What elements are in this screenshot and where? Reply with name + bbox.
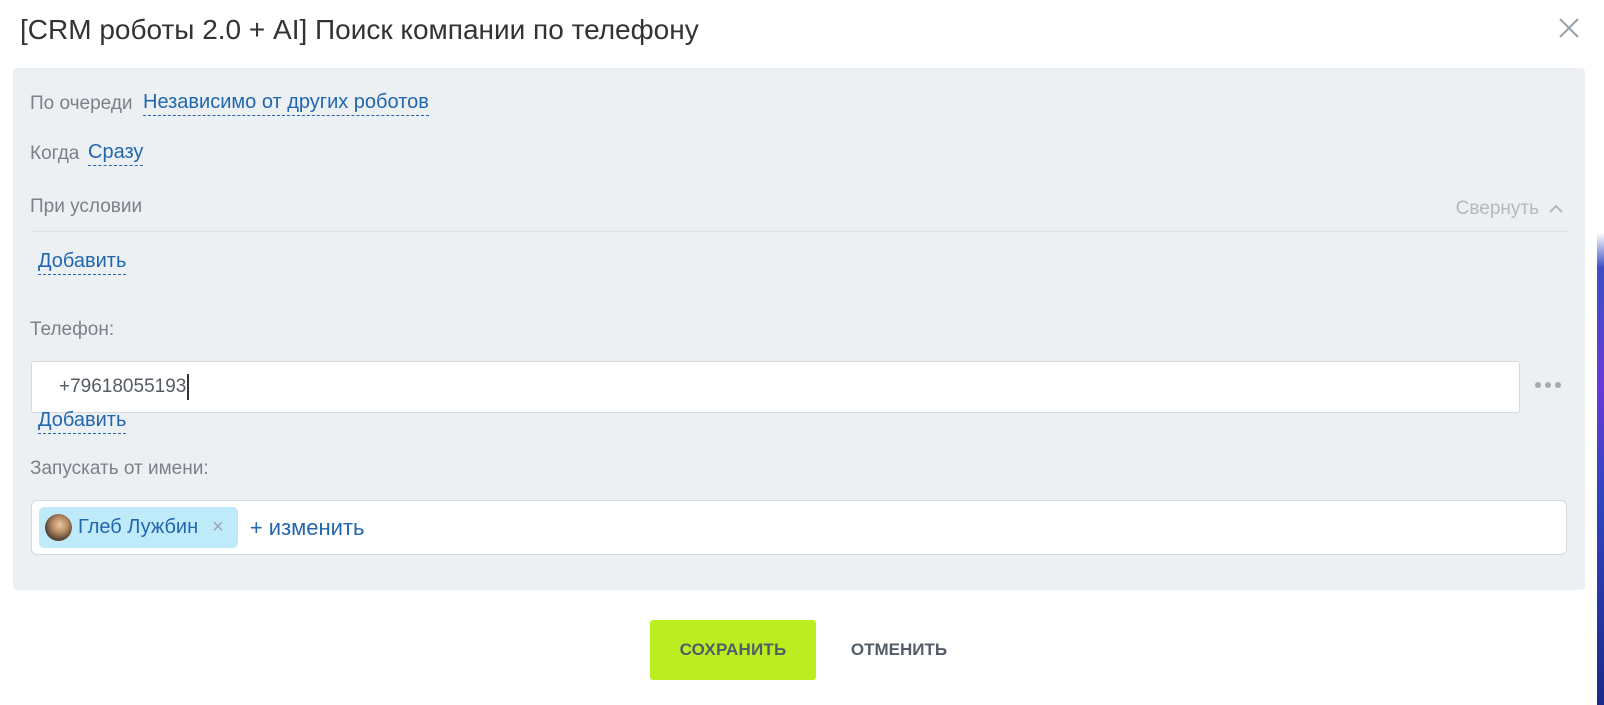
avatar: [45, 514, 72, 541]
change-user-link[interactable]: + изменить: [250, 515, 365, 541]
add-condition-link[interactable]: Добавить: [38, 250, 127, 275]
cancel-button[interactable]: ОТМЕНИТЬ: [832, 620, 966, 680]
when-value-link[interactable]: Сразу: [88, 141, 144, 166]
save-button[interactable]: СОХРАНИТЬ: [650, 620, 816, 680]
dot: [1545, 382, 1551, 388]
robot-settings-dialog: [CRM роботы 2.0 + AI] Поиск компании по …: [0, 0, 1597, 705]
text-cursor: [187, 374, 190, 400]
more-dots-icon[interactable]: [1533, 377, 1563, 393]
run-as-label: Запускать от имени:: [30, 458, 209, 479]
when-label: Когда: [30, 143, 80, 164]
dot: [1535, 382, 1541, 388]
remove-user-icon[interactable]: ×: [212, 516, 224, 539]
chevron-up-icon: [1549, 204, 1563, 213]
add-phone-link[interactable]: Добавить: [38, 409, 127, 434]
user-name: Глеб Лужбин: [78, 516, 199, 538]
phone-input[interactable]: +79618055193: [31, 361, 1520, 413]
condition-label: При условии: [30, 196, 143, 217]
close-icon: [1559, 18, 1579, 38]
collapse-condition-toggle[interactable]: Свернуть: [1456, 198, 1563, 220]
phone-value: +79618055193: [59, 376, 187, 397]
run-as-user-field[interactable]: Глеб Лужбин × + изменить: [31, 500, 1567, 555]
queue-value-link[interactable]: Независимо от других роботов: [143, 91, 429, 116]
collapse-label: Свернуть: [1455, 198, 1539, 219]
dialog-title: [CRM роботы 2.0 + AI] Поиск компании по …: [20, 14, 699, 45]
condition-divider: [30, 231, 1568, 232]
queue-label: По очереди: [30, 93, 133, 114]
settings-panel: По очереди Независимо от других роботов …: [13, 68, 1585, 590]
phone-label: Телефон:: [30, 319, 115, 340]
dot: [1555, 382, 1561, 388]
close-button[interactable]: [1557, 16, 1581, 40]
background-page-edge: [1597, 0, 1604, 705]
user-chip[interactable]: Глеб Лужбин ×: [39, 507, 238, 548]
